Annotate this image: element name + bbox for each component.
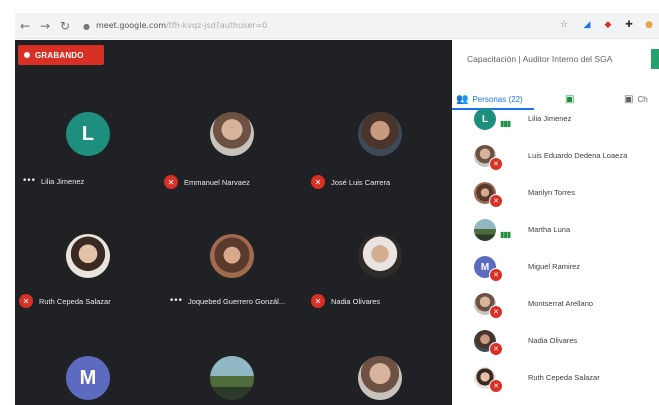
side-panel: Capacitación | Auditor Interno del SGA 👥…	[452, 40, 659, 405]
list-item[interactable]: ✕ Montserrat Arellano	[452, 289, 659, 326]
tab-label: Ch	[637, 94, 648, 104]
mic-off-icon: ✕	[311, 294, 325, 308]
mic-off-icon: ✕	[489, 268, 503, 282]
list-item[interactable]: L ▮▮▮ Lilia Jimenez	[452, 104, 659, 141]
avatar-initial: M	[79, 366, 97, 389]
person-name: Lilia Jimenez	[528, 114, 572, 123]
speaking-indicator-icon: •••	[169, 296, 183, 306]
participant-label: ✕ Nadia Olivares	[311, 294, 380, 308]
extensions-puzzle-icon[interactable]: ✚	[622, 18, 636, 32]
person-name: Martha Luna	[528, 225, 571, 234]
person-name: Nadia Olivares	[528, 336, 578, 345]
person-name: Ruth Cepeda Salazar	[528, 373, 600, 382]
address-bar[interactable]: ● meet.google.com /tfh-kvqz-jsd?authuser…	[83, 17, 267, 35]
participant-avatar-m: M	[66, 356, 110, 400]
mic-off-icon: ✕	[164, 175, 178, 189]
list-item[interactable]: ✕ Marilyn Torres	[452, 178, 659, 215]
person-name: Marilyn Torres	[528, 188, 575, 197]
mic-off-icon: ✕	[311, 175, 325, 189]
participant-name: Lilia Jimenez	[40, 176, 85, 186]
mic-off-icon: ✕	[19, 294, 33, 308]
participant-avatar-nadia	[358, 234, 402, 278]
star-icon[interactable]: ☆	[557, 18, 571, 32]
participant-name: Emmanuel Narvaez	[184, 177, 250, 187]
participant-avatar-lilia: L	[66, 112, 110, 156]
avatar-initial: L	[81, 122, 95, 145]
speaking-indicator-icon: ▮▮▮	[500, 230, 511, 239]
reload-icon[interactable]: ↻	[55, 16, 75, 36]
participant-name: José Luis Carrera	[331, 177, 391, 187]
participant-avatar-landscape	[210, 356, 254, 400]
participant-avatar-jose-luis	[358, 112, 402, 156]
list-item[interactable]: ▮▮▮ Martha Luna	[452, 215, 659, 252]
participant-avatar-joquebed	[210, 234, 254, 278]
recording-badge: GRABANDO	[18, 45, 104, 65]
participant-label: ✕ Emmanuel Narvaez	[164, 175, 250, 189]
record-dot-icon	[24, 52, 30, 58]
participant-name: Ruth Cepeda Salazar	[39, 296, 111, 306]
participant-avatar-ruth	[66, 234, 110, 278]
recording-label: GRABANDO	[35, 50, 84, 60]
participant-name: Nadia Olivares	[331, 296, 381, 306]
url-host: meet.google.com	[96, 21, 167, 30]
extension-red-icon[interactable]: ◆	[601, 18, 615, 32]
list-item[interactable]: ✕ Luis Eduardo Dedena Loaeza	[452, 141, 659, 178]
participant-label: ••• Lilia Jimenez	[22, 176, 84, 186]
participant-label: ✕ José Luis Carrera	[311, 175, 390, 189]
back-icon[interactable]: ←	[15, 16, 35, 36]
mic-off-icon: ✕	[489, 194, 503, 208]
avatar: L	[474, 108, 496, 130]
person-name: Luis Eduardo Dedena Loaeza	[528, 151, 628, 160]
participant-label: ✕ Ruth Cepeda Salazar	[19, 294, 111, 308]
speaking-indicator-icon: •••	[22, 176, 36, 186]
list-item[interactable]: ✕ Ruth Cepeda Salazar	[452, 363, 659, 400]
meeting-title: Capacitación | Auditor Interno del SGA	[467, 54, 613, 64]
mic-off-icon: ✕	[489, 379, 503, 393]
profile-icon[interactable]: ●	[642, 18, 656, 32]
avatar-initial: L	[481, 113, 489, 125]
person-name: Miguel Ramirez	[528, 262, 581, 271]
extension-pin-icon[interactable]: ◢	[580, 18, 594, 32]
participant-avatar-photo	[358, 356, 402, 400]
participant-avatar-emmanuel	[210, 112, 254, 156]
tab-label: Personas (22)	[472, 94, 523, 104]
meet-screenshot: ← → ↻ ● meet.google.com /tfh-kvqz-jsd?au…	[0, 0, 659, 405]
url-path: /tfh-kvqz-jsd?authuser=0	[166, 21, 268, 30]
avatar-initial: M	[480, 261, 490, 273]
participant-label: ••• Joquebed Guerrero Gonzál...	[169, 296, 285, 306]
panel-edge-marker	[651, 49, 659, 69]
forward-icon[interactable]: →	[35, 16, 55, 36]
avatar	[474, 219, 496, 241]
browser-toolbar: ← → ↻ ● meet.google.com /tfh-kvqz-jsd?au…	[15, 13, 659, 39]
person-name: Montserrat Arellano	[528, 299, 594, 308]
speaking-indicator-icon: ▮▮▮	[500, 119, 511, 128]
chat-box-icon: ▣	[565, 93, 575, 105]
meeting-grid: GRABANDO L ••• Lilia Jimenez ✕ Emmanuel …	[15, 40, 452, 405]
mic-off-icon: ✕	[489, 342, 503, 356]
people-icon: 👥	[456, 93, 469, 105]
participant-name: Joquebed Guerrero Gonzál...	[187, 296, 286, 306]
list-item[interactable]: ✕ Nadia Olivares	[452, 326, 659, 363]
list-item[interactable]: M ✕ Miguel Ramirez	[452, 252, 659, 289]
activities-icon: ▣	[624, 93, 634, 105]
lock-icon: ●	[83, 21, 90, 31]
mic-off-icon: ✕	[489, 305, 503, 319]
mic-off-icon: ✕	[489, 157, 503, 171]
